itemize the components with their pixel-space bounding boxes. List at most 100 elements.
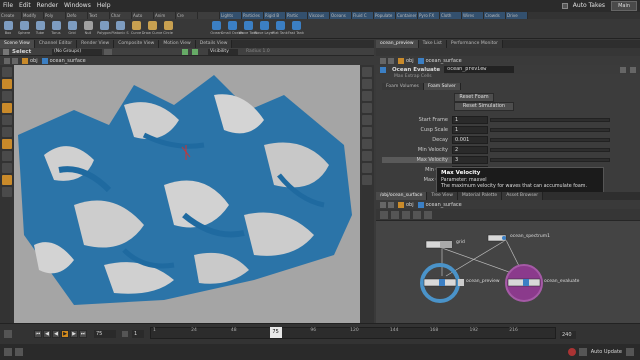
points-icon[interactable]: [362, 115, 372, 125]
shelf-tab[interactable]: Pyro FX: [418, 12, 440, 19]
desktop-select[interactable]: Main: [611, 1, 637, 11]
param-forward-icon[interactable]: [388, 57, 394, 64]
current-frame-field[interactable]: 75: [94, 330, 116, 338]
gear-icon[interactable]: [620, 66, 626, 73]
shelf-tool[interactable]: Platonic S: [111, 19, 129, 39]
shelf-tool[interactable]: Box: [0, 19, 16, 39]
shelf-tool[interactable]: Wave Tank: [239, 19, 257, 39]
view-tool-icon[interactable]: [2, 151, 12, 161]
shelf-tool[interactable]: Flat Tank: [272, 19, 288, 39]
param-path-obj[interactable]: obj: [406, 58, 414, 64]
auto-takes-checkbox[interactable]: [561, 3, 568, 9]
radius-field[interactable]: Radius 1.0: [246, 49, 270, 54]
shelf-tool[interactable]: Polygon: [96, 19, 112, 39]
select-tool-icon[interactable]: [2, 67, 12, 77]
wireframe-icon[interactable]: [362, 103, 372, 113]
decay-field[interactable]: 0.001: [452, 136, 488, 144]
playhead[interactable]: 75: [269, 327, 282, 338]
auto-update-label[interactable]: Auto Update: [591, 349, 622, 355]
shelf-tool[interactable]: Grid: [64, 19, 80, 39]
channel-icon[interactable]: [15, 348, 23, 356]
normals-icon[interactable]: [362, 127, 372, 137]
tab-network[interactable]: /obj/ocean_surface: [376, 192, 428, 200]
path-obj[interactable]: obj: [30, 58, 38, 64]
tab-take-list[interactable]: Take List: [418, 40, 447, 48]
menu-help[interactable]: Help: [94, 0, 114, 12]
cusp-scale-field[interactable]: 1: [452, 126, 488, 134]
net-forward-icon[interactable]: [388, 201, 394, 208]
tab-scene-view[interactable]: Scene View: [0, 40, 35, 48]
forward-icon[interactable]: [12, 57, 18, 64]
record-icon[interactable]: [567, 348, 576, 356]
tab-material-palette[interactable]: Material Palette: [457, 192, 503, 200]
menu-edit[interactable]: Edit: [16, 0, 34, 12]
shelf-tool[interactable]: Null: [80, 19, 96, 39]
end-frame-field[interactable]: 240: [560, 331, 576, 339]
param-back-icon[interactable]: [380, 57, 386, 64]
help-icon[interactable]: [630, 66, 636, 73]
tab-foam-volumes[interactable]: Foam Volumes: [382, 83, 424, 90]
group-dropdown-icon[interactable]: [104, 48, 112, 55]
shelf-tab[interactable]: Fluid C: [352, 12, 374, 19]
shelf-tab[interactable]: Viscous: [308, 12, 330, 19]
max-velocity-field[interactable]: 3: [452, 156, 488, 164]
shelf-tool[interactable]: Draw Curve: [142, 19, 162, 39]
max-velocity-label[interactable]: Max Velocity: [382, 157, 452, 163]
shelf-tab[interactable]: Cloth: [440, 12, 462, 19]
node-name-field[interactable]: ocean_preview: [444, 66, 515, 73]
menu-file[interactable]: File: [0, 0, 16, 12]
start-frame-field[interactable]: 1: [452, 116, 488, 124]
path-node[interactable]: ocean_surface: [50, 58, 86, 64]
shelf-tool[interactable]: Tube: [32, 19, 48, 39]
palette-icon[interactable]: [424, 210, 432, 219]
timeline-ruler[interactable]: 12448729612014416819221675: [150, 327, 556, 339]
back-icon[interactable]: [4, 57, 10, 64]
tab-render-view[interactable]: Render View: [77, 40, 115, 48]
scale-tool-icon[interactable]: [2, 103, 12, 113]
jump-start-button[interactable]: ⏮: [34, 330, 42, 338]
jump-end-button[interactable]: ⏭: [79, 330, 87, 338]
toggle-icon[interactable]: [182, 48, 188, 55]
shelf-tab[interactable]: Populate: [374, 12, 396, 19]
tab-tree-view[interactable]: Tree View: [427, 192, 458, 200]
timeline-menu-icon[interactable]: [4, 330, 12, 338]
add-icon[interactable]: [380, 210, 388, 219]
play-button[interactable]: ▶: [61, 330, 69, 338]
shelf-tab[interactable]: Container: [396, 12, 418, 19]
tab-ocean-preview[interactable]: ocean_preview: [376, 40, 419, 48]
toggle2-icon[interactable]: [192, 48, 198, 55]
shading-icon[interactable]: [362, 91, 372, 101]
menu-render[interactable]: Render: [34, 0, 61, 12]
tab-motion-view[interactable]: Motion View: [159, 40, 196, 48]
decay-slider[interactable]: [490, 138, 610, 142]
shelf-tool[interactable]: Ocean: [208, 19, 224, 39]
shelf-tool[interactable]: Circle: [160, 19, 176, 39]
snap-tool-icon[interactable]: [2, 163, 12, 173]
frame-step-icon[interactable]: [122, 331, 128, 337]
group-field[interactable]: (No Groups): [52, 48, 102, 55]
shelf-tool[interactable]: Small Ocean: [221, 19, 243, 39]
update-mode-icon[interactable]: [626, 348, 634, 356]
shelf-tab[interactable]: Drive: [506, 12, 528, 19]
reset-foam-button[interactable]: Reset Foam: [454, 93, 494, 102]
reset-simulation-button[interactable]: Reset Simulation: [454, 102, 514, 111]
tab-foam-solver[interactable]: Foam Solver: [423, 83, 461, 90]
step-forward-button[interactable]: ▶: [70, 330, 78, 338]
shelf-tool[interactable]: Curve: [128, 19, 144, 39]
pose-tool-icon[interactable]: [2, 127, 12, 137]
tab-composite-view[interactable]: Composite View: [114, 40, 160, 48]
shelf-tab[interactable]: Oceans: [330, 12, 352, 19]
camera-icon[interactable]: [362, 139, 372, 149]
step-back-button[interactable]: ◀: [43, 330, 51, 338]
grid-icon[interactable]: [362, 151, 372, 161]
play-back-button[interactable]: ◀: [52, 330, 60, 338]
shelf-tool[interactable]: Torus: [48, 19, 64, 39]
tab-performance-monitor[interactable]: Performance Monitor: [446, 40, 503, 48]
shelf-tool[interactable]: Wave Layer: [254, 19, 274, 39]
menu-windows[interactable]: Windows: [61, 0, 94, 12]
shelf-tab[interactable]: Crowds: [484, 12, 506, 19]
shelf-tool[interactable]: Sphere: [16, 19, 32, 39]
net-back-icon[interactable]: [380, 201, 386, 208]
handle-tool-icon[interactable]: [2, 115, 12, 125]
start-frame-field[interactable]: 1: [132, 330, 144, 338]
